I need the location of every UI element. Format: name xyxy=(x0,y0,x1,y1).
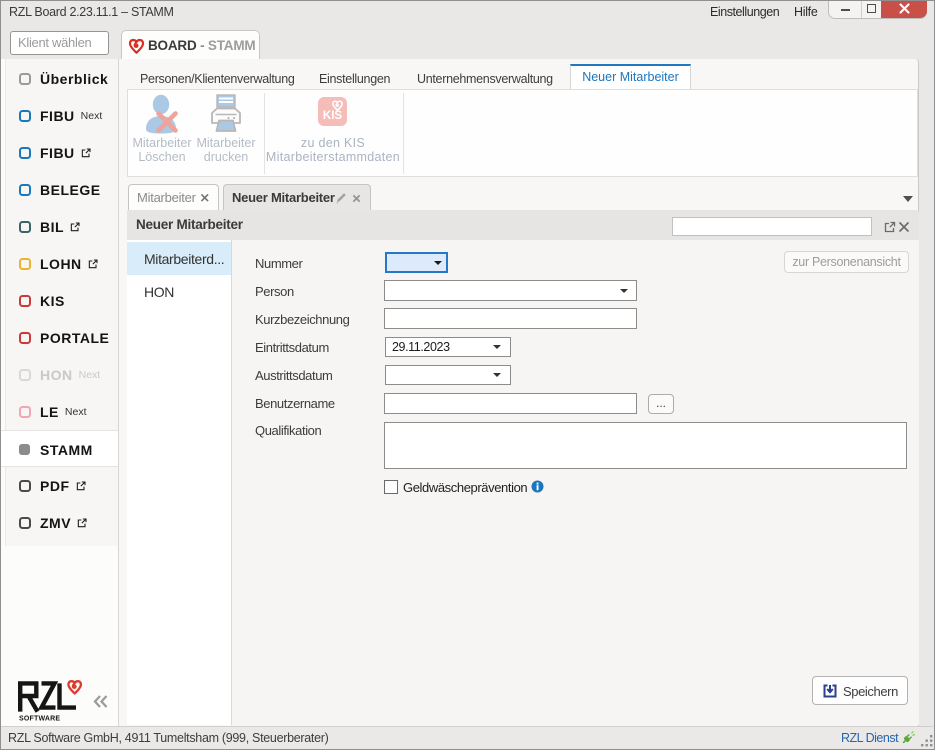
svg-text:SOFTWARE: SOFTWARE xyxy=(19,716,60,723)
